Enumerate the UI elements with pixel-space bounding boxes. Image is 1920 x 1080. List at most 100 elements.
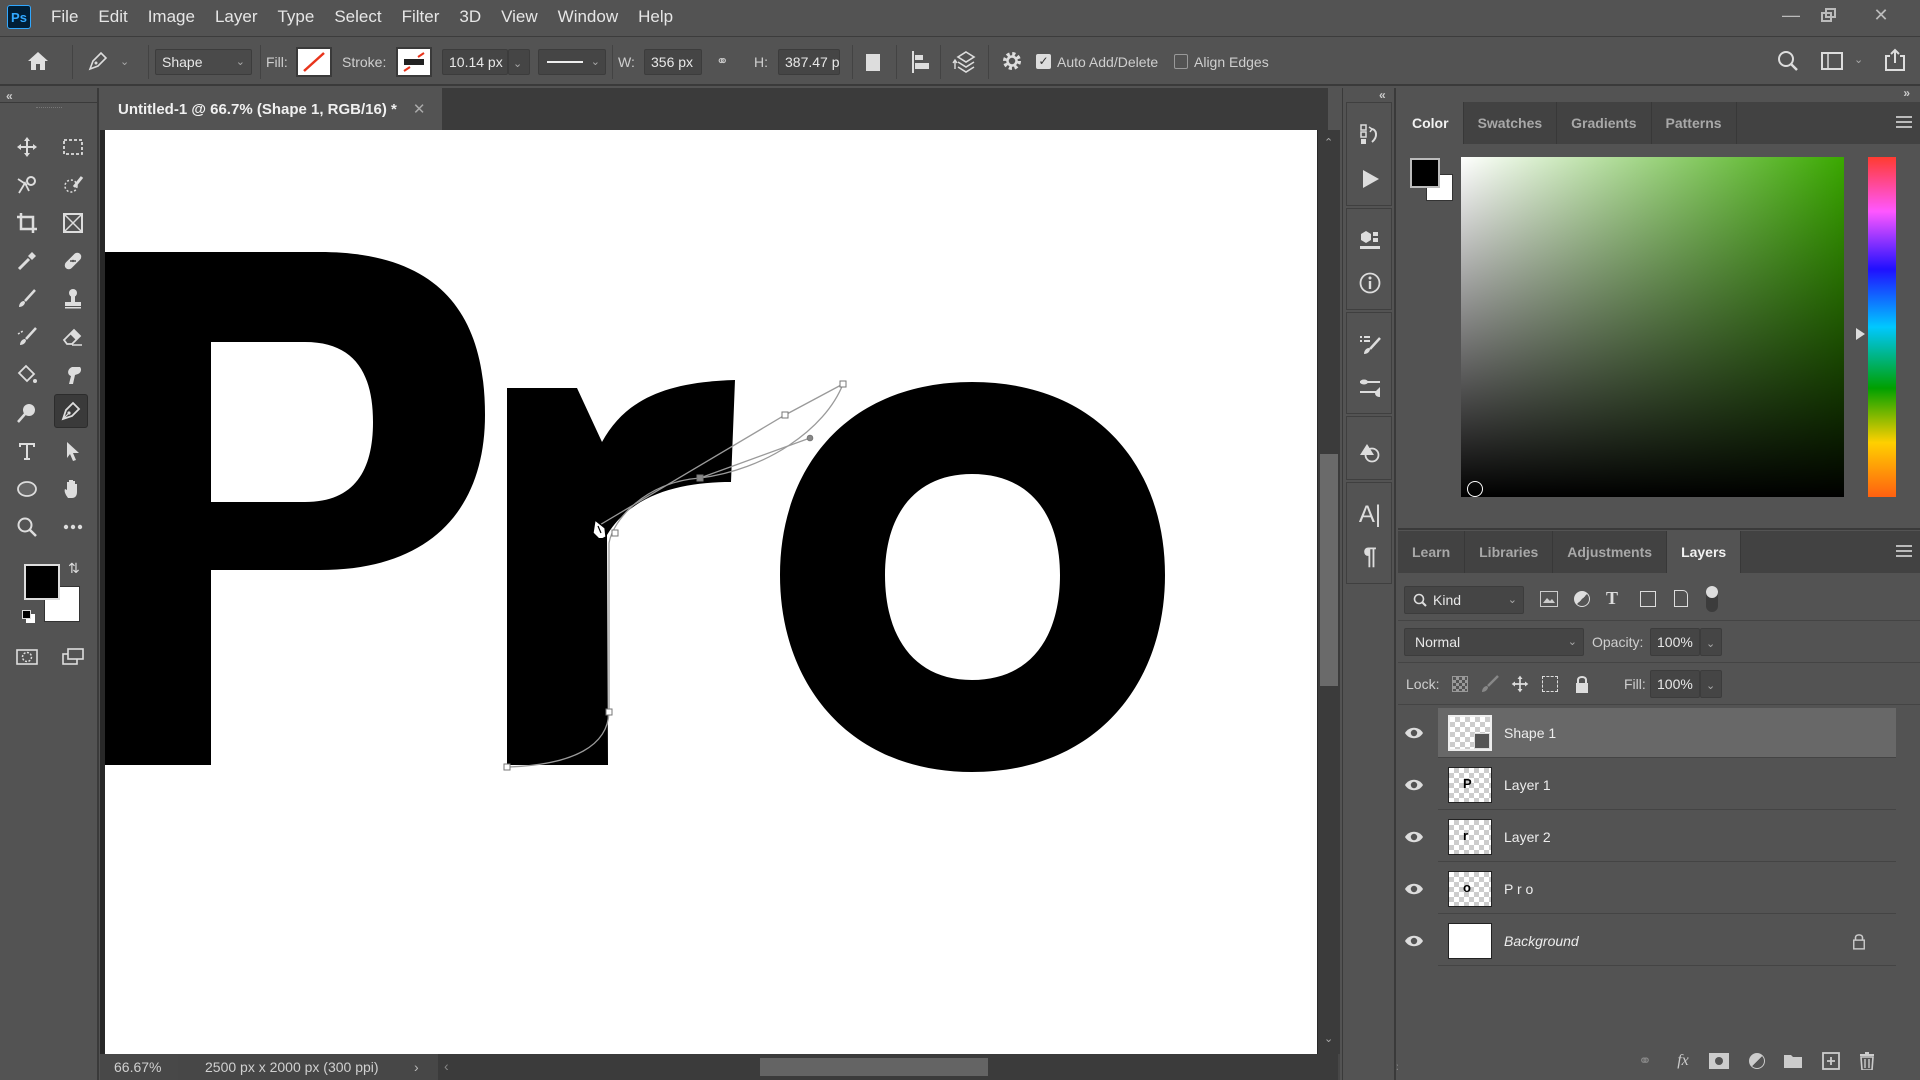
history-panel-button[interactable] xyxy=(1356,121,1384,149)
tool-history-brush[interactable] xyxy=(10,320,44,354)
tool-dodge[interactable] xyxy=(10,396,44,430)
tab-gradients[interactable]: Gradients xyxy=(1557,102,1652,144)
new-adjustment-layer-button[interactable] xyxy=(1746,1050,1768,1072)
filter-type-layers-button[interactable]: T xyxy=(1606,588,1618,609)
saturation-brightness-field[interactable] xyxy=(1461,157,1844,497)
add-mask-button[interactable] xyxy=(1708,1050,1730,1072)
tool-smudge[interactable] xyxy=(56,358,90,392)
vertical-scrollbar[interactable]: ⌃ ⌄ xyxy=(1318,130,1340,1054)
tool-zoom[interactable] xyxy=(10,510,44,544)
search-button[interactable] xyxy=(1776,49,1802,75)
tool-eyedropper[interactable] xyxy=(10,244,44,278)
filter-pixel-layers-button[interactable] xyxy=(1540,591,1558,607)
quick-mask-button[interactable] xyxy=(10,640,44,674)
zoom-level[interactable]: 66.67% xyxy=(100,1054,178,1080)
document-canvas[interactable] xyxy=(105,130,1317,1054)
collapse-dock-button[interactable]: « xyxy=(1379,88,1386,102)
tool-move[interactable] xyxy=(10,130,44,164)
screen-mode-button[interactable] xyxy=(56,640,90,674)
height-input[interactable]: 387.47 p xyxy=(778,49,840,75)
menu-3d[interactable]: 3D xyxy=(449,0,491,34)
lock-image-pixels-button[interactable] xyxy=(1480,674,1500,697)
tool-frame[interactable] xyxy=(56,206,90,240)
stroke-width-dropdown[interactable]: ⌄ xyxy=(508,49,530,75)
vertical-scroll-thumb[interactable] xyxy=(1320,454,1338,686)
brushes-panel-button[interactable] xyxy=(1356,331,1384,359)
tool-more[interactable] xyxy=(56,510,90,544)
tool-quick-selection[interactable] xyxy=(56,168,90,202)
hue-slider-handle[interactable] xyxy=(1856,328,1865,340)
tab-patterns[interactable]: Patterns xyxy=(1652,102,1737,144)
path-alignment-button[interactable] xyxy=(910,50,932,74)
layer-row[interactable]: r Layer 2 xyxy=(1405,812,1896,862)
fill-opacity-dropdown[interactable]: ⌄ xyxy=(1700,670,1722,698)
collapse-panels-button[interactable]: » xyxy=(1903,86,1910,100)
paragraph-panel-button[interactable]: ¶ xyxy=(1356,543,1384,571)
tool-brush[interactable] xyxy=(10,282,44,316)
menu-type[interactable]: Type xyxy=(267,0,324,34)
lock-transparent-pixels-button[interactable] xyxy=(1452,676,1468,692)
tool-type[interactable] xyxy=(10,434,44,468)
tab-layers[interactable]: Layers xyxy=(1667,531,1742,573)
menu-image[interactable]: Image xyxy=(138,0,205,34)
tool-healing-brush[interactable] xyxy=(56,244,90,278)
tool-crop[interactable] xyxy=(10,206,44,240)
link-layers-button[interactable]: ⚭ xyxy=(1634,1050,1656,1072)
document-tab[interactable]: Untitled-1 @ 66.7% (Shape 1, RGB/16) * ✕ xyxy=(100,88,442,130)
menu-help[interactable]: Help xyxy=(628,0,683,34)
close-window-button[interactable]: ✕ xyxy=(1862,0,1900,30)
scroll-up-icon[interactable]: ⌃ xyxy=(1324,136,1333,149)
menu-edit[interactable]: Edit xyxy=(88,0,137,34)
width-input[interactable]: 356 px xyxy=(644,49,702,75)
visibility-eye-icon[interactable] xyxy=(1404,726,1424,740)
share-button[interactable] xyxy=(1882,47,1910,75)
color-panel-foreground-swatch[interactable] xyxy=(1410,158,1440,188)
brush-settings-panel-button[interactable] xyxy=(1356,373,1384,401)
opacity-dropdown[interactable]: ⌄ xyxy=(1700,628,1722,656)
scroll-down-icon[interactable]: ⌄ xyxy=(1324,1032,1333,1045)
tool-hand[interactable] xyxy=(56,472,90,506)
panel-menu-icon[interactable] xyxy=(1896,115,1912,129)
align-edges-checkbox[interactable] xyxy=(1174,54,1188,69)
tool-pen[interactable] xyxy=(54,394,88,428)
3d-panel-button[interactable] xyxy=(1356,227,1384,255)
visibility-eye-icon[interactable] xyxy=(1404,778,1424,792)
menu-file[interactable]: File xyxy=(41,0,88,34)
tool-mode-select[interactable]: Shape ⌄ xyxy=(155,49,252,75)
panel-menu-icon[interactable] xyxy=(1896,544,1912,558)
visibility-eye-icon[interactable] xyxy=(1404,830,1424,844)
layer-row[interactable]: Shape 1 xyxy=(1405,708,1896,758)
tool-preset-picker[interactable]: ⌄ xyxy=(86,49,136,75)
default-colors-button[interactable] xyxy=(22,610,36,624)
layer-name[interactable]: Layer 2 xyxy=(1504,812,1551,862)
lock-artboard-button[interactable] xyxy=(1542,676,1558,692)
foreground-color-swatch[interactable] xyxy=(24,564,60,600)
filter-toggle[interactable] xyxy=(1706,586,1718,612)
tool-eraser[interactable] xyxy=(56,320,90,354)
horizontal-scroll-thumb[interactable] xyxy=(760,1058,988,1076)
home-button[interactable] xyxy=(26,49,52,75)
workspace-switcher[interactable]: ⌄ xyxy=(1820,49,1866,75)
auto-add-delete-checkbox[interactable]: ✓ xyxy=(1036,54,1051,69)
filter-shape-layers-button[interactable] xyxy=(1640,591,1656,607)
tab-adjustments[interactable]: Adjustments xyxy=(1553,531,1668,573)
delete-layer-button[interactable] xyxy=(1856,1050,1878,1072)
minimize-button[interactable]: — xyxy=(1772,0,1810,30)
stroke-swatch[interactable] xyxy=(396,47,432,77)
stroke-type-select[interactable]: ⌄ xyxy=(538,49,606,75)
visibility-eye-icon[interactable] xyxy=(1404,934,1424,948)
menu-select[interactable]: Select xyxy=(324,0,391,34)
tab-swatches[interactable]: Swatches xyxy=(1464,102,1558,144)
tool-path-selection[interactable] xyxy=(56,434,90,468)
tab-libraries[interactable]: Libraries xyxy=(1465,531,1554,573)
tab-color[interactable]: Color xyxy=(1398,102,1464,144)
filter-adjustment-layers-button[interactable] xyxy=(1574,591,1590,607)
character-panel-button[interactable]: A| xyxy=(1356,501,1384,529)
new-layer-button[interactable] xyxy=(1820,1050,1842,1072)
collapse-toolbar-button[interactable]: « xyxy=(6,89,13,103)
horizontal-scrollbar[interactable]: ‹ › xyxy=(438,1054,1401,1080)
status-menu-arrow[interactable]: › xyxy=(414,1054,419,1080)
menu-view[interactable]: View xyxy=(491,0,548,34)
swap-colors-button[interactable]: ⇅ xyxy=(68,560,80,577)
visibility-eye-icon[interactable] xyxy=(1404,882,1424,896)
